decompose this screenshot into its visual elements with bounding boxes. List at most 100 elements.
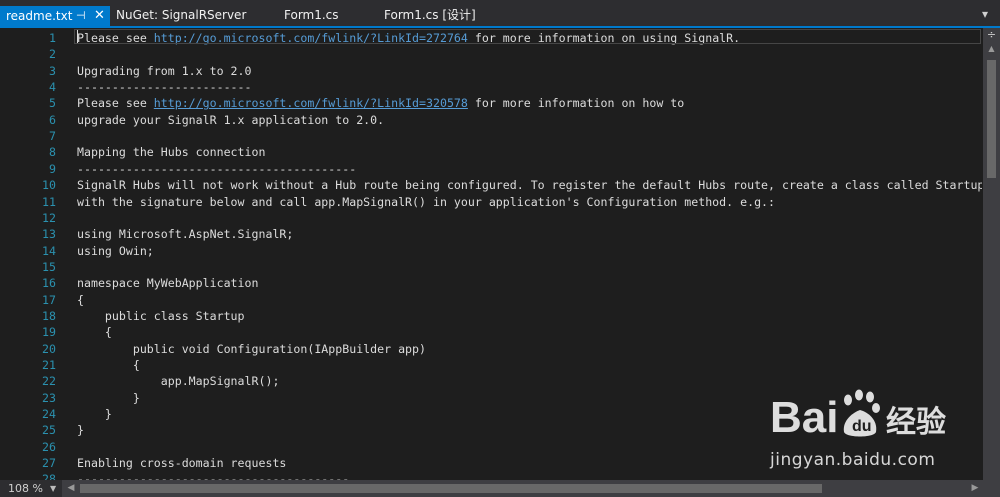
code-line: Mapping the Hubs connection: [77, 144, 265, 160]
code-line: SignalR Hubs will not work without a Hub…: [77, 177, 982, 193]
code-line: }: [77, 406, 112, 422]
code-text: }: [77, 407, 112, 422]
close-icon[interactable]: ✕: [94, 6, 105, 26]
tab-label: Form1.cs: [284, 8, 339, 22]
code-text: Please see: [77, 96, 154, 111]
line-number: 26: [42, 439, 56, 454]
tab-label: readme.txt: [6, 9, 73, 23]
line-number: 22: [42, 374, 56, 389]
line-number-gutter: 1 2 3 4 5 6 7 8 9 10 11 12 13 14 15 16 17 18 19 20 21 22 23 24 2…: [0, 28, 68, 480]
pin-icon[interactable]: ⊣: [76, 6, 86, 26]
code-line: public void Configuration(IAppBuilder ap…: [77, 341, 426, 357]
line-number: 7: [49, 129, 56, 144]
code-text: }: [77, 423, 84, 438]
code-line: }: [77, 422, 84, 438]
line-number: 2: [49, 47, 56, 62]
code-text: Enabling cross-domain requests: [77, 456, 287, 471]
tab-label: Form1.cs [设计]: [384, 8, 476, 22]
visual-studio-editor: readme.txt ⊣ ✕ NuGet: SignalRServer Form…: [0, 0, 1000, 497]
code-text: SignalR Hubs will not work without a Hub…: [77, 178, 982, 193]
line-number: 25: [42, 423, 56, 438]
line-number: 23: [42, 390, 56, 405]
line-number: 24: [42, 407, 56, 422]
tab-form1-cs-designer[interactable]: Form1.cs [设计]: [384, 5, 476, 25]
code-text: Upgrading from 1.x to 2.0: [77, 63, 252, 78]
code-text: namespace MyWebApplication: [77, 276, 259, 291]
vertical-scrollbar[interactable]: ÷ ▲: [983, 28, 1000, 480]
code-line: public class Startup: [77, 308, 245, 324]
code-text: app.MapSignalR();: [77, 374, 280, 389]
line-number: 13: [42, 227, 56, 242]
text-editor-area[interactable]: Please see http://go.microsoft.com/fwlin…: [74, 28, 982, 480]
code-line: Enabling cross-domain requests: [77, 455, 286, 471]
code-text: using Microsoft.AspNet.SignalR;: [77, 227, 294, 242]
line-number: 20: [42, 341, 56, 356]
hyperlink[interactable]: http://go.microsoft.com/fwlink/?LinkId=3…: [154, 96, 468, 110]
text-caret: [77, 30, 78, 43]
code-line: {: [77, 357, 140, 373]
line-number: 11: [42, 194, 56, 209]
code-text: Mapping the Hubs connection: [77, 145, 266, 160]
line-number: 12: [42, 210, 56, 225]
vertical-scroll-thumb[interactable]: [987, 60, 996, 178]
line-number: 15: [42, 259, 56, 274]
line-number: 27: [42, 456, 56, 471]
horizontal-scroll-thumb[interactable]: [80, 484, 822, 493]
code-line: with the signature below and call app.Ma…: [77, 194, 775, 210]
zoom-dropdown[interactable]: 108 % ▼: [0, 480, 62, 497]
line-number: 18: [42, 308, 56, 323]
split-icon[interactable]: ÷: [983, 28, 1000, 42]
line-number: 3: [49, 63, 56, 78]
line-number: 8: [49, 145, 56, 160]
code-text: -------------------------: [77, 80, 252, 95]
code-line: Upgrading from 1.x to 2.0: [77, 63, 252, 79]
code-text: ----------------------------------------: [77, 161, 357, 176]
line-number: 16: [42, 276, 56, 291]
code-line: {: [77, 292, 84, 308]
code-text: {: [77, 325, 112, 340]
code-line: Please see http://go.microsoft.com/fwlin…: [77, 95, 684, 111]
code-line: app.MapSignalR();: [77, 373, 280, 389]
code-line: ----------------------------------------: [77, 161, 356, 177]
line-number: 4: [49, 80, 56, 95]
code-text: with the signature below and call app.Ma…: [77, 194, 776, 209]
code-text: {: [77, 292, 84, 307]
line-number: 1: [49, 31, 56, 45]
scroll-right-icon[interactable]: ▶: [968, 480, 982, 497]
line-number: 17: [42, 292, 56, 307]
code-line: ---------------------------------------: [77, 471, 349, 480]
tab-label: NuGet: SignalRServer: [116, 8, 247, 22]
horizontal-scrollbar[interactable]: 108 % ▼ ◀ ▶: [0, 480, 1000, 497]
document-tab-strip: readme.txt ⊣ ✕ NuGet: SignalRServer Form…: [0, 0, 1000, 26]
tab-nuget-signalrserver[interactable]: NuGet: SignalRServer: [116, 5, 246, 25]
dropdown-arrow-icon[interactable]: ▾: [978, 6, 992, 22]
code-line: namespace MyWebApplication: [77, 275, 258, 291]
code-text: upgrade your SignalR 1.x application to …: [77, 112, 385, 127]
code-text: {: [77, 358, 140, 372]
code-text: ---------------------------------------: [77, 472, 350, 480]
code-text: public class Startup: [77, 308, 245, 323]
scroll-up-icon[interactable]: ▲: [983, 42, 1000, 56]
code-text: for more information on how to: [467, 96, 685, 111]
code-line: }: [77, 390, 140, 406]
zoom-dropdown-icon[interactable]: ▼: [50, 480, 56, 497]
line-number: 10: [42, 178, 56, 193]
tab-form1-cs[interactable]: Form1.cs: [284, 5, 339, 25]
line-number: 14: [42, 243, 56, 258]
code-line: -------------------------: [77, 79, 252, 95]
code-text: using Owin;: [77, 243, 154, 258]
code-text: }: [77, 390, 140, 405]
scroll-left-icon[interactable]: ◀: [64, 480, 78, 497]
code-text: public void Configuration(IAppBuilder ap…: [77, 341, 427, 356]
line-number: 19: [42, 325, 56, 340]
code-line: {: [77, 324, 112, 340]
code-line: upgrade your SignalR 1.x application to …: [77, 112, 384, 128]
tab-readme[interactable]: readme.txt ⊣ ✕: [0, 6, 110, 26]
line-number: 9: [49, 161, 56, 176]
line-number: 5: [49, 96, 56, 111]
line-number: 21: [42, 358, 56, 372]
current-line-highlight: [74, 29, 981, 44]
code-line: using Microsoft.AspNet.SignalR;: [77, 226, 293, 242]
line-number: 28: [42, 472, 56, 480]
zoom-level: 108 %: [8, 482, 43, 495]
